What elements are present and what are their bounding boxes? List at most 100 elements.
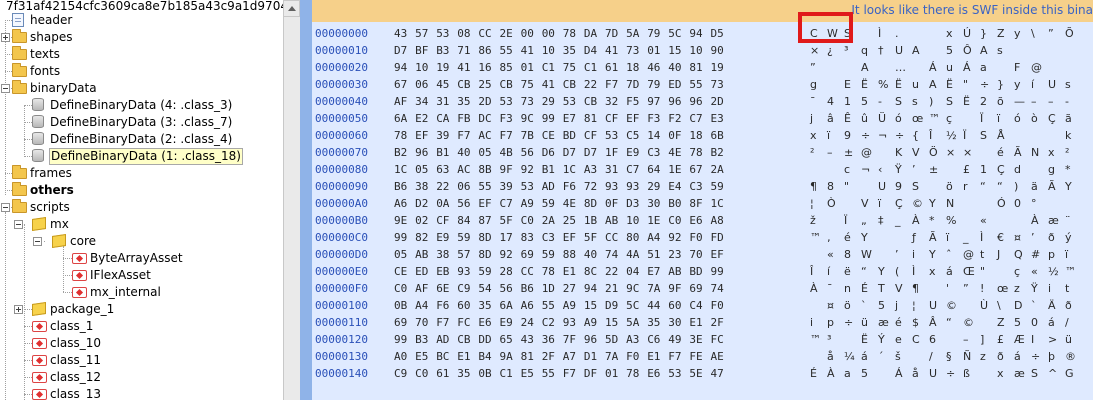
ascii-char[interactable]: D [1014, 297, 1022, 314]
tree-item[interactable]: IFlexAsset [0, 267, 283, 284]
hex-byte[interactable]: CB [500, 76, 513, 93]
hex-byte[interactable]: 55 [478, 178, 491, 195]
ascii-char[interactable]: Y [929, 246, 936, 263]
hex-byte[interactable]: FD [711, 229, 724, 246]
hex-byte[interactable]: A3 [626, 331, 639, 348]
ascii-char[interactable]: # [1031, 246, 1040, 263]
hex-byte[interactable]: 78 [689, 144, 702, 161]
hex-byte[interactable]: AF [415, 280, 428, 297]
ascii-char[interactable]: { [912, 127, 919, 144]
ascii-char[interactable]: k [1065, 127, 1071, 144]
hex-byte[interactable]: E5 [521, 365, 534, 382]
hex-byte[interactable]: 63 [436, 161, 449, 178]
ascii-char[interactable]: 5 [861, 93, 868, 110]
hex-byte[interactable]: 39 [436, 127, 449, 144]
hex-byte[interactable]: 73 [711, 76, 724, 93]
ascii-char[interactable]: A [929, 76, 937, 93]
hex-byte[interactable]: F7 [500, 127, 513, 144]
ascii-char[interactable]: d [1014, 161, 1021, 178]
ascii-char[interactable]: ’ [1031, 229, 1035, 246]
hex-byte[interactable]: 54 [478, 280, 491, 297]
hex-byte[interactable]: C7 [689, 110, 702, 127]
hex-byte[interactable]: 59 [542, 195, 555, 212]
ascii-char[interactable]: ™ [810, 229, 821, 246]
ascii-char[interactable]: æ [1014, 365, 1025, 382]
ascii-char[interactable]: ) [1014, 178, 1018, 195]
ascii-char[interactable]: “ [997, 178, 1003, 195]
ascii-char[interactable]: ‡ [878, 212, 884, 229]
ascii-char[interactable]: ï [997, 110, 1000, 127]
hex-byte[interactable]: 7D [605, 25, 618, 42]
ascii-char[interactable]: Z [997, 314, 1005, 331]
hex-byte[interactable]: D9 [605, 297, 618, 314]
ascii-char[interactable]: Ù [980, 297, 988, 314]
hex-byte[interactable]: 05 [415, 161, 428, 178]
hex-byte[interactable]: 05 [478, 144, 491, 161]
ascii-char[interactable]: Ç [895, 195, 903, 212]
hex-byte[interactable]: 2A [542, 212, 555, 229]
hex-byte[interactable]: 87 [478, 212, 491, 229]
hex-byte[interactable]: 36 [542, 331, 555, 348]
hex-byte[interactable]: 7B [521, 127, 534, 144]
hex-byte[interactable]: 19 [711, 59, 724, 76]
ascii-char[interactable]: Â [929, 314, 937, 331]
hex-byte[interactable]: EF [415, 127, 428, 144]
ascii-char[interactable]: ð [997, 348, 1004, 365]
hex-byte[interactable]: 53 [668, 365, 681, 382]
hex-byte[interactable]: 9A [500, 348, 513, 365]
hex-byte[interactable]: 60 [668, 297, 681, 314]
ascii-char[interactable]: À [810, 280, 818, 297]
ascii-char[interactable]: ½ [946, 127, 957, 144]
ascii-char[interactable]: V [912, 144, 920, 161]
ascii-char[interactable]: Ý [878, 331, 885, 348]
ascii-char[interactable]: × [946, 144, 955, 161]
hex-byte[interactable]: E6 [478, 314, 491, 331]
hex-byte[interactable]: 5A [626, 314, 639, 331]
ascii-char[interactable]: s [912, 93, 918, 110]
ascii-char[interactable]: ¤ [827, 297, 834, 314]
hex-byte[interactable]: 96 [415, 144, 428, 161]
hex-byte[interactable]: 88 [563, 246, 576, 263]
hex-byte[interactable]: D6 [542, 144, 555, 161]
ascii-char[interactable]: 0 [1031, 314, 1038, 331]
hex-byte[interactable]: E6 [689, 212, 702, 229]
hex-byte[interactable]: 28 [500, 263, 513, 280]
ascii-char[interactable]: U [895, 42, 903, 59]
hex-byte[interactable]: 00 [542, 25, 555, 42]
hex-byte[interactable]: 23 [668, 246, 681, 263]
ascii-char[interactable]: i [1048, 280, 1051, 297]
ascii-char[interactable]: ’ [912, 161, 916, 178]
hex-byte[interactable]: 81 [584, 110, 597, 127]
ascii-char[interactable]: § [946, 348, 952, 365]
ascii-char[interactable]: å [827, 348, 834, 365]
ascii-char[interactable]: ð [1048, 229, 1055, 246]
ascii-char[interactable]: ´ [878, 348, 884, 365]
hex-byte[interactable]: 4E [668, 144, 681, 161]
hex-byte[interactable]: D3 [626, 195, 639, 212]
hex-byte[interactable]: 10 [626, 212, 639, 229]
ascii-char[interactable]: Ë [946, 76, 953, 93]
hex-byte[interactable]: 4A [626, 246, 639, 263]
hex-byte[interactable]: 7F [563, 331, 576, 348]
hex-byte[interactable]: 57 [457, 246, 470, 263]
hex-byte[interactable]: F7 [605, 76, 618, 93]
hex-byte[interactable]: F6 [563, 178, 576, 195]
hex-byte[interactable]: 5E [689, 365, 702, 382]
hex-byte[interactable]: F6 [436, 297, 449, 314]
hex-byte[interactable]: 8C [584, 263, 597, 280]
ascii-char[interactable]: Ô [963, 42, 972, 59]
hex-byte[interactable]: 80 [626, 229, 639, 246]
ascii-char[interactable]: Ê [844, 110, 851, 127]
hex-byte[interactable]: E7 [647, 263, 660, 280]
ascii-char[interactable]: 8 [827, 178, 834, 195]
hex-byte[interactable]: F7 [668, 348, 681, 365]
hex-byte[interactable]: C9 [394, 365, 407, 382]
ascii-char[interactable]: æ [1048, 212, 1059, 229]
hex-byte[interactable]: 55 [542, 297, 555, 314]
hex-byte[interactable]: 46 [647, 59, 660, 76]
ascii-char[interactable]: « [827, 246, 834, 263]
hex-byte[interactable]: AC [457, 161, 470, 178]
ascii-char[interactable]: ™ [929, 110, 940, 127]
hex-byte[interactable]: EF [478, 195, 491, 212]
ascii-char[interactable]: i [912, 246, 915, 263]
